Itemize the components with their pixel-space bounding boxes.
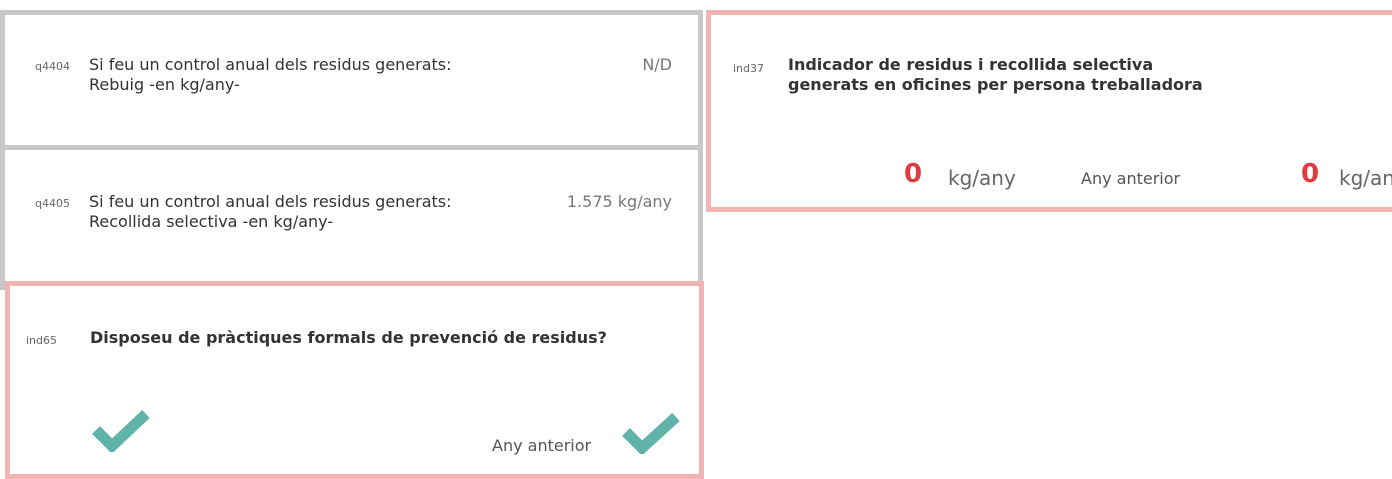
previous-unit: kg/any — [1339, 166, 1392, 190]
question-line-1: Si feu un control anual dels residus gen… — [89, 55, 452, 74]
question-line-2: Rebuig -en kg/any- — [89, 75, 240, 94]
indicator-card-ind37: ind37 Indicador de residus i recollida s… — [706, 10, 1392, 212]
indicator-title-line-2: generats en oficines per persona treball… — [788, 75, 1203, 94]
question-card-q4405: q4405 Si feu un control anual dels resid… — [0, 145, 703, 290]
question-id: q4405 — [35, 197, 70, 210]
question-id: q4404 — [35, 60, 70, 73]
question-text: Si feu un control anual dels residus gen… — [89, 192, 519, 232]
previous-year-label: Any anterior — [1081, 169, 1181, 188]
current-value: 0 — [904, 159, 923, 189]
question-card-q4404: q4404 Si feu un control anual dels resid… — [0, 10, 703, 150]
question-value: 1.575 kg/any — [566, 192, 672, 211]
previous-value: 0 — [1301, 159, 1320, 189]
indicator-id: ind37 — [733, 62, 765, 75]
current-unit: kg/any — [948, 166, 1016, 190]
indicator-id: ind65 — [26, 334, 58, 347]
question-line-2: Recollida selectiva -en kg/any- — [89, 212, 334, 231]
question-value: N/D — [642, 55, 672, 74]
check-icon — [92, 408, 150, 452]
check-icon-previous — [622, 412, 680, 454]
indicator-title: Indicador de residus i recollida selecti… — [788, 55, 1308, 95]
previous-year-label: Any anterior — [492, 436, 592, 455]
question-text: Si feu un control anual dels residus gen… — [89, 55, 519, 95]
indicator-title: Disposeu de pràctiques formals de preven… — [90, 328, 607, 347]
indicator-card-ind65: ind65 Disposeu de pràctiques formals de … — [5, 281, 704, 479]
indicator-title-line-1: Indicador de residus i recollida selecti… — [788, 55, 1154, 74]
question-line-1: Si feu un control anual dels residus gen… — [89, 192, 452, 211]
